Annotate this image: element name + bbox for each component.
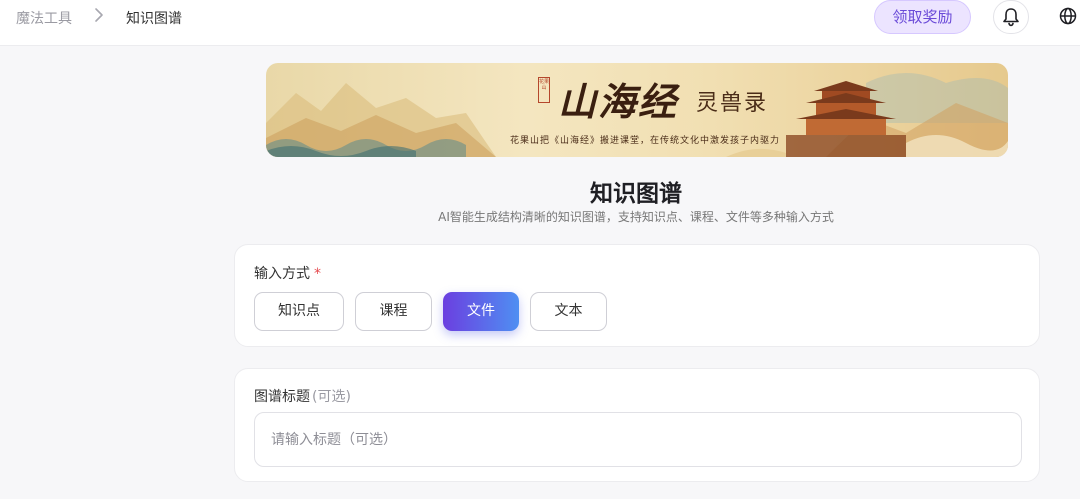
- graph-title-input[interactable]: [254, 412, 1022, 467]
- mode-option-text[interactable]: 文本: [530, 292, 607, 331]
- banner-subtitle: 灵兽录: [696, 91, 769, 116]
- language-button[interactable]: [1056, 2, 1080, 30]
- page-description: AI智能生成结构清晰的知识图谱，支持知识点、课程、文件等多种输入方式: [438, 210, 834, 224]
- banner-tagline: 花果山把《山海经》搬进课堂，在传统文化中激发孩子内驱力: [510, 136, 781, 146]
- page-title: 知识图谱: [590, 181, 682, 207]
- notification-button[interactable]: [993, 0, 1029, 34]
- banner-title: 山海经: [558, 79, 679, 124]
- breadcrumb-current: 知识图谱: [126, 11, 182, 27]
- bell-icon: [1003, 8, 1019, 27]
- required-mark: *: [314, 266, 321, 282]
- globe-icon: [1059, 7, 1077, 25]
- mode-option-course[interactable]: 课程: [355, 292, 432, 331]
- input-mode-card: 输入方式 * 知识点 课程 文件 文本: [234, 244, 1040, 347]
- graph-title-card: 图谱标题 (可选): [234, 368, 1040, 482]
- input-mode-label: 输入方式 *: [254, 263, 321, 283]
- input-mode-label-text: 输入方式: [254, 266, 310, 282]
- mode-option-file[interactable]: 文件: [443, 292, 519, 331]
- chevron-right-icon: [95, 8, 103, 22]
- banner-seal: 花果山: [538, 77, 550, 103]
- claim-reward-button[interactable]: 领取奖励: [874, 0, 971, 34]
- top-bar: 魔法工具 知识图谱 领取奖励: [0, 0, 1080, 46]
- optional-hint: (可选): [312, 389, 351, 405]
- promo-banner[interactable]: 花果山 山海经 灵兽录 花果山把《山海经》搬进课堂，在传统文化中激发孩子内驱力: [266, 63, 1008, 157]
- breadcrumb-root[interactable]: 魔法工具: [16, 8, 72, 28]
- graph-title-label-text: 图谱标题: [254, 389, 310, 405]
- mode-option-knowledge-point[interactable]: 知识点: [254, 292, 344, 331]
- graph-title-label: 图谱标题 (可选): [254, 386, 351, 406]
